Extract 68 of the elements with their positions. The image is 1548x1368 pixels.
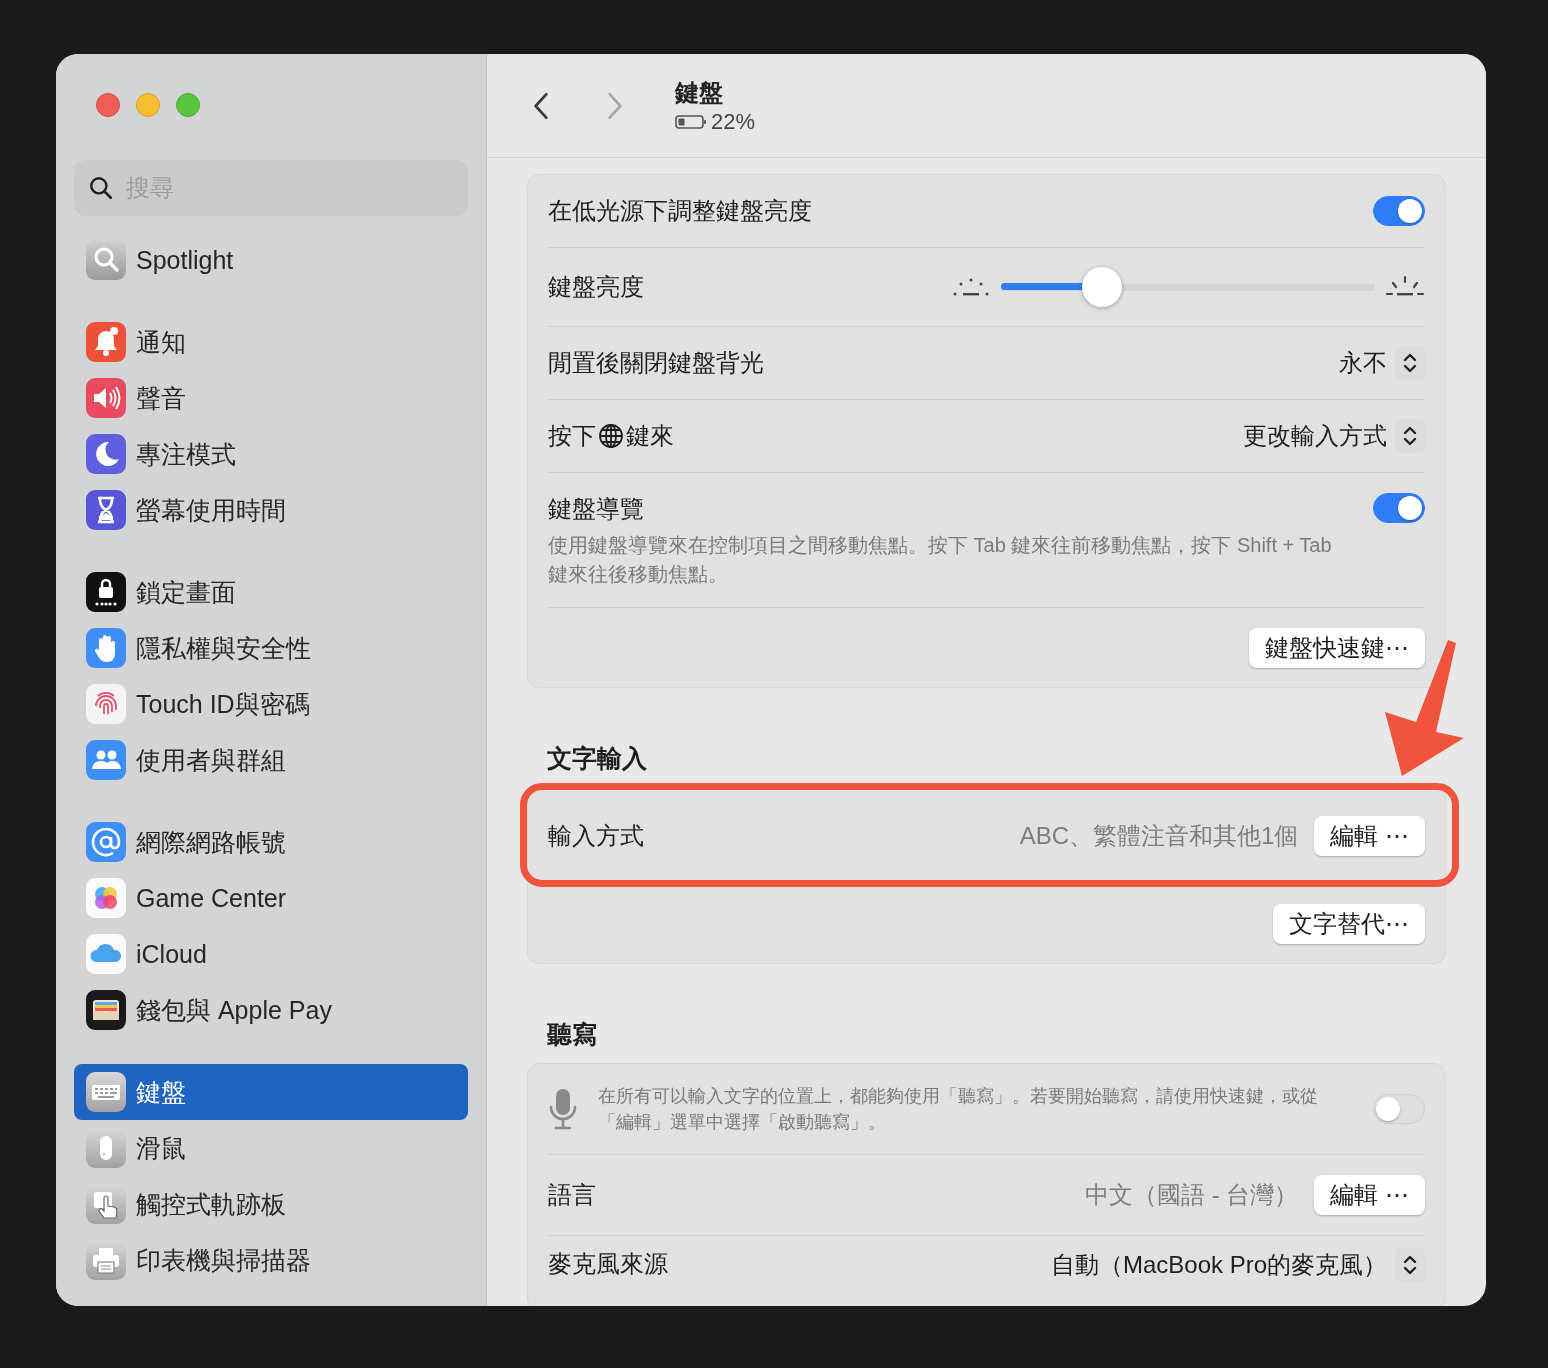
battery-icon — [675, 113, 707, 130]
setting-label: 按下 — [548, 421, 596, 451]
setting-value: 中文（國語 - 台灣） — [1085, 1180, 1299, 1210]
action-button[interactable]: 鍵盤快速鍵⋯ — [1249, 628, 1425, 668]
setting-label: 輸入方式 — [548, 821, 644, 851]
sidebar-item[interactable]: Touch ID與密碼 — [74, 676, 468, 732]
sidebar-item[interactable]: iCloud — [74, 926, 468, 982]
sidebar-item[interactable]: Spotlight — [74, 232, 468, 288]
edit-button[interactable]: 編輯 ⋯ — [1314, 1175, 1425, 1215]
lock-icon — [86, 572, 126, 612]
sidebar-item[interactable]: 通知 — [74, 314, 468, 370]
sidebar-item[interactable]: 觸控式軌跡板 — [74, 1176, 468, 1232]
setting-description: 在所有可以輸入文字的位置上，都能夠使用「聽寫」。若要開始聽寫，請使用快速鍵，或從「編輯」選單中選擇「啟動聽寫」。 — [598, 1085, 1319, 1134]
zoom-button[interactable] — [176, 93, 200, 117]
setting-value: ABC、繁體注音和其他1個 — [1019, 821, 1299, 851]
people-icon — [86, 740, 126, 780]
cloud-icon — [86, 934, 126, 974]
setting-label: 閒置後關閉鍵盤背光 — [548, 348, 764, 378]
setting-label: 鍵盤亮度 — [548, 272, 644, 302]
sidebar-item[interactable]: 專注模式 — [74, 426, 468, 482]
setting-label: 在低光源下調整鍵盤亮度 — [548, 196, 812, 226]
popup-menu[interactable]: 更改輸入方式 — [1243, 419, 1425, 453]
sidebar-item[interactable]: Game Center — [74, 870, 468, 926]
search-icon — [86, 240, 126, 280]
speaker-icon — [86, 378, 126, 418]
popup-menu[interactable]: 永不 — [1339, 346, 1425, 380]
setting-label: 鍵盤導覽 — [548, 494, 645, 524]
fingerprint-icon — [86, 684, 126, 724]
popup-menu[interactable]: 自動（MacBook Pro的麥克風） — [1050, 1248, 1425, 1282]
battery-level: 22% — [711, 108, 756, 135]
sidebar-item[interactable]: 鎖定畫面 — [74, 564, 468, 620]
section-title: 文字輸入 — [547, 743, 648, 774]
setting-label: 語言 — [548, 1180, 596, 1210]
sidebar-item[interactable]: 鍵盤 — [74, 1064, 468, 1120]
sidebar-item[interactable]: 滑鼠 — [74, 1120, 468, 1176]
action-button[interactable]: 文字替代⋯ — [1273, 904, 1425, 944]
keyboard-icon — [86, 1072, 126, 1112]
setting-description: 使用鍵盤導覽來在控制項目之間移動焦點。按下 Tab 鍵來往前移動焦點，按下 Shift + Tab 鍵來往後移動焦點。 — [548, 533, 1333, 587]
at-sign-icon — [86, 822, 126, 862]
microphone-icon — [548, 1087, 578, 1131]
sidebar-item[interactable]: 印表機與掃描器 — [74, 1232, 468, 1288]
bell-icon — [86, 322, 126, 362]
sidebar-item[interactable]: 螢幕使用時間 — [74, 482, 468, 538]
close-button[interactable] — [96, 93, 120, 117]
section-title: 聽寫 — [547, 1019, 598, 1050]
sidebar-item[interactable]: 網際網路帳號 — [74, 814, 468, 870]
globe-icon — [598, 423, 624, 449]
hand-icon — [86, 628, 126, 668]
toggle-switch[interactable] — [1373, 196, 1425, 226]
sidebar-item[interactable]: 使用者與群組 — [74, 732, 468, 788]
setting-label: 鍵來 — [626, 421, 674, 451]
pointer-hand-icon — [86, 1184, 126, 1224]
hourglass-icon — [86, 490, 126, 530]
mouse-icon — [86, 1128, 126, 1168]
setting-label: 麥克風來源 — [548, 1249, 668, 1279]
toggle-switch[interactable] — [1373, 1094, 1425, 1124]
sidebar-item[interactable]: 隱私權與安全性 — [74, 620, 468, 676]
sidebar-item[interactable]: 錢包與 Apple Pay — [74, 982, 468, 1038]
moon-icon — [86, 434, 126, 474]
page-title: 鍵盤 — [675, 77, 724, 108]
edit-button[interactable]: 編輯 ⋯ — [1314, 816, 1425, 856]
slider-thumb[interactable] — [1081, 267, 1122, 307]
printer-icon — [86, 1240, 126, 1280]
minimize-button[interactable] — [136, 93, 160, 117]
toggle-switch[interactable] — [1373, 493, 1425, 523]
wallet-icon — [86, 990, 126, 1030]
sidebar-item[interactable]: 聲音 — [74, 370, 468, 426]
bubbles-icon — [86, 878, 126, 918]
